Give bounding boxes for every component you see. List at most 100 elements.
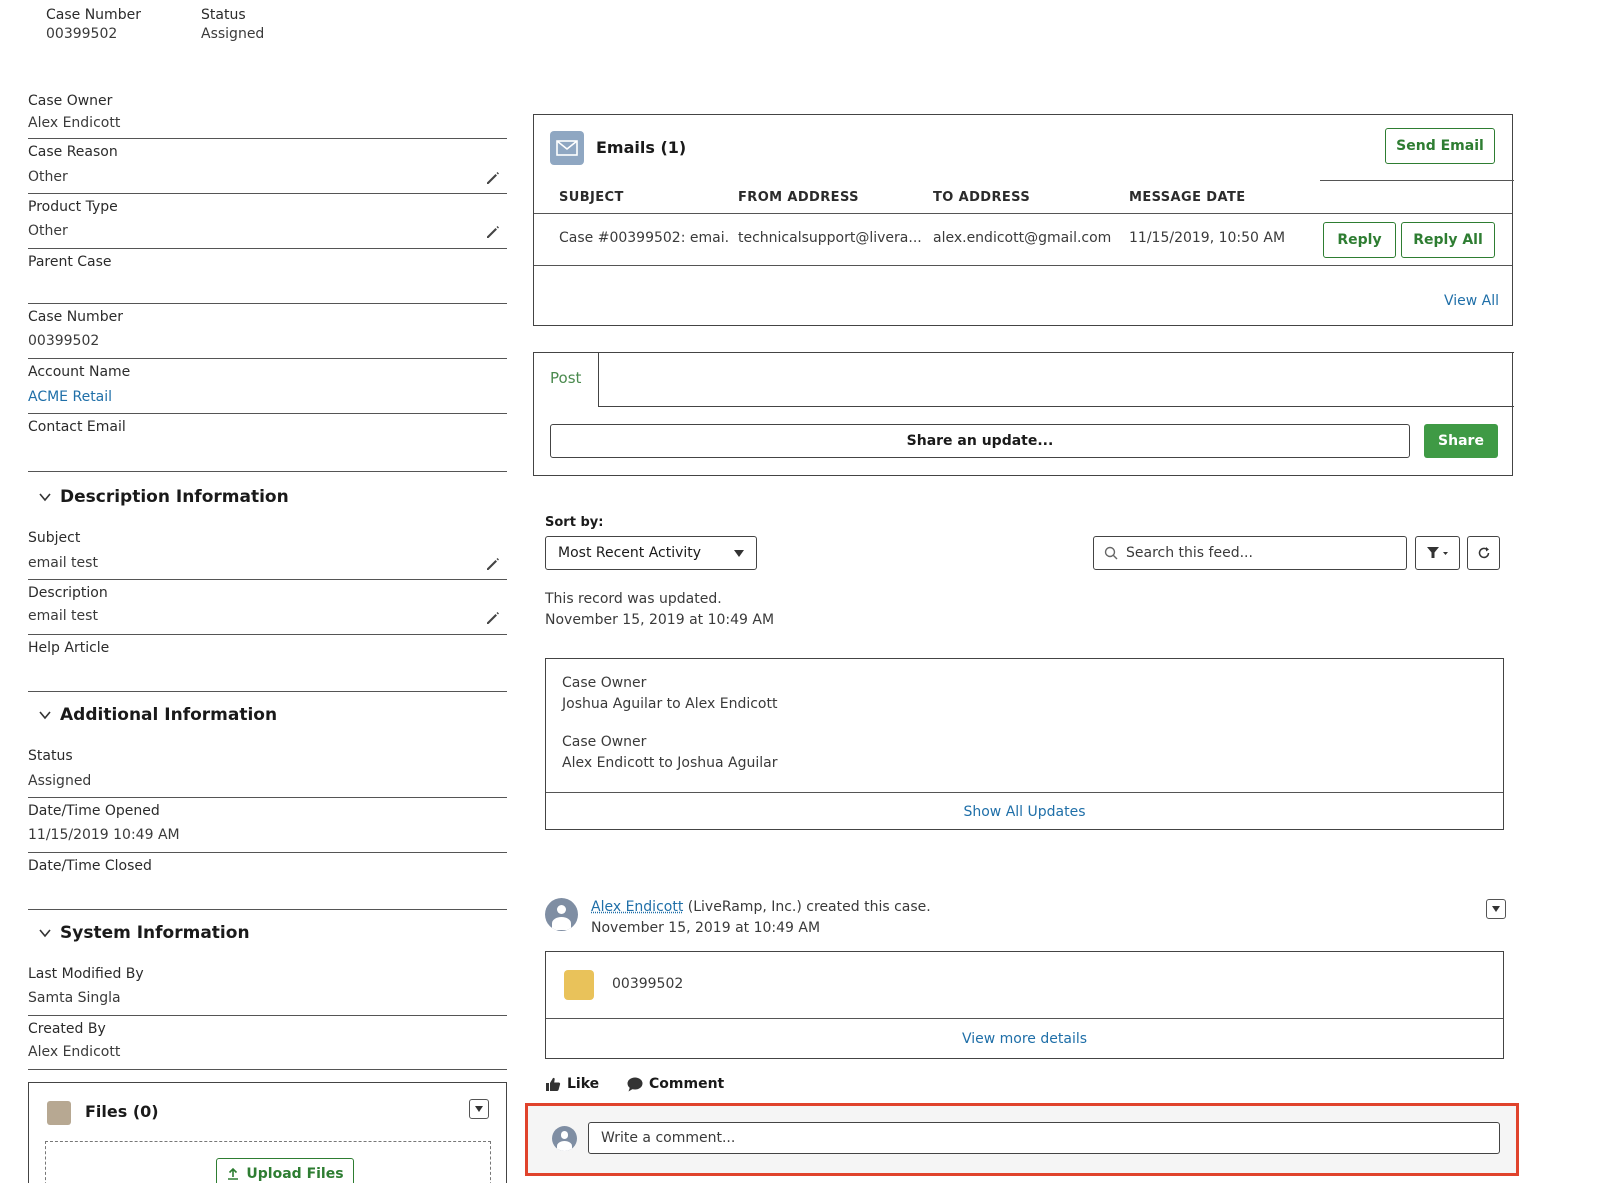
field-case-number: Case Number 00399502 bbox=[28, 306, 507, 359]
post-text: (LiveRamp, Inc.) created this case. bbox=[683, 899, 931, 915]
comment-composer-highlight: Write a comment... bbox=[525, 1103, 1519, 1176]
field-label: Description bbox=[28, 585, 108, 601]
field-label: Status bbox=[28, 748, 73, 764]
caret-down-icon bbox=[475, 1106, 483, 1112]
account-name-link[interactable]: ACME Retail bbox=[28, 389, 112, 405]
email-subject-link[interactable]: Case #00399502: emai... bbox=[559, 230, 729, 246]
field-description: Description email test bbox=[28, 582, 507, 635]
upload-files-button[interactable]: Upload Files bbox=[216, 1158, 354, 1183]
field-subject: Subject email test bbox=[28, 527, 507, 580]
case-ref[interactable]: 00399502 bbox=[612, 976, 683, 992]
email-icon bbox=[550, 131, 584, 165]
avatar[interactable] bbox=[545, 898, 578, 931]
pencil-icon[interactable] bbox=[485, 556, 501, 572]
comment-button[interactable]: Comment bbox=[627, 1076, 724, 1092]
field-value: 00399502 bbox=[28, 333, 100, 349]
view-all-link[interactable]: View All bbox=[1444, 293, 1499, 309]
section-title: Description Information bbox=[60, 487, 289, 507]
section-description-header[interactable]: Description Information bbox=[38, 487, 289, 507]
section-title: System Information bbox=[60, 923, 250, 943]
show-all-updates-link[interactable]: Show All Updates bbox=[963, 804, 1085, 820]
files-icon bbox=[47, 1101, 71, 1125]
field-label: Parent Case bbox=[28, 254, 112, 270]
record-updated-text: This record was updated. bbox=[545, 591, 722, 607]
column-header-subject[interactable]: SUBJECT bbox=[559, 190, 624, 205]
field-value: Alex Endicott bbox=[28, 1044, 121, 1060]
case-record-card: 00399502 View more details bbox=[545, 951, 1504, 1059]
case-icon bbox=[564, 970, 594, 1000]
like-button[interactable]: Like bbox=[546, 1076, 599, 1092]
header-case-number-label: Case Number bbox=[46, 7, 141, 23]
like-label: Like bbox=[567, 1076, 600, 1092]
field-label: Contact Email bbox=[28, 419, 126, 435]
search-icon bbox=[1104, 546, 1118, 560]
field-parent-case: Parent Case bbox=[28, 251, 507, 304]
section-additional-header[interactable]: Additional Information bbox=[38, 705, 277, 725]
section-title: Additional Information bbox=[60, 705, 278, 725]
post-author-link[interactable]: Alex Endicott bbox=[591, 899, 683, 915]
header-status-label: Status bbox=[201, 7, 246, 23]
field-label: Help Article bbox=[28, 640, 110, 656]
sort-select[interactable]: Most Recent Activity bbox=[545, 536, 757, 570]
refresh-button[interactable] bbox=[1467, 536, 1500, 570]
feed-search-input[interactable]: Search this feed... bbox=[1093, 536, 1407, 570]
reply-button[interactable]: Reply bbox=[1323, 222, 1396, 258]
field-value: Samta Singla bbox=[28, 990, 121, 1006]
email-date: 11/15/2019, 10:50 AM bbox=[1129, 230, 1286, 246]
files-title: Files (0) bbox=[85, 1102, 159, 1121]
field-created-by: Created By Alex Endicott bbox=[28, 1018, 507, 1070]
chevron-down-icon bbox=[39, 493, 51, 502]
publisher-card: Post Share an update... Share bbox=[533, 352, 1514, 476]
filter-icon bbox=[1426, 547, 1448, 558]
filter-button[interactable] bbox=[1415, 536, 1460, 570]
section-system-header[interactable]: System Information bbox=[38, 923, 250, 943]
reply-all-button[interactable]: Reply All bbox=[1401, 222, 1495, 258]
field-label: Created By bbox=[28, 1021, 106, 1037]
pencil-icon[interactable] bbox=[485, 170, 501, 186]
upload-files-label: Upload Files bbox=[246, 1166, 344, 1182]
header-status-value: Assigned bbox=[201, 26, 265, 42]
updates-footer: Show All Updates bbox=[546, 792, 1503, 830]
emails-title: Emails (1) bbox=[596, 138, 687, 157]
field-contact-email: Contact Email bbox=[28, 416, 507, 472]
chevron-down-icon bbox=[39, 929, 51, 938]
pencil-icon[interactable] bbox=[485, 224, 501, 240]
column-header-to[interactable]: TO ADDRESS bbox=[933, 190, 1030, 205]
caret-down-icon bbox=[1492, 906, 1500, 912]
field-account-name: Account Name ACME Retail bbox=[28, 361, 507, 414]
column-header-from[interactable]: FROM ADDRESS bbox=[738, 190, 859, 205]
send-email-button[interactable]: Send Email bbox=[1385, 128, 1495, 164]
view-more-details-link[interactable]: View more details bbox=[962, 1031, 1087, 1047]
write-comment-input[interactable]: Write a comment... bbox=[588, 1122, 1500, 1154]
field-label: Date/Time Opened bbox=[28, 803, 160, 819]
comment-label: Comment bbox=[649, 1076, 725, 1092]
upload-icon bbox=[228, 1167, 239, 1180]
post-text-area[interactable] bbox=[598, 352, 1514, 407]
field-date-closed: Date/Time Closed bbox=[28, 855, 507, 910]
refresh-icon bbox=[1478, 547, 1489, 559]
file-drop-zone[interactable]: Upload Files bbox=[45, 1141, 491, 1183]
post-tab[interactable]: Post bbox=[550, 369, 581, 387]
header-status: Status Assigned bbox=[201, 6, 264, 44]
field-label: Subject bbox=[28, 530, 81, 546]
email-from: technicalsupport@livera... bbox=[738, 230, 922, 246]
post-date[interactable]: November 15, 2019 at 10:49 AM bbox=[591, 920, 820, 936]
field-case-reason: Case Reason Other bbox=[28, 141, 507, 194]
files-menu-button[interactable] bbox=[469, 1099, 489, 1119]
files-card: Files (0) Upload Files bbox=[28, 1082, 507, 1183]
field-last-modified-by: Last Modified By Samta Singla bbox=[28, 963, 507, 1016]
caret-down-icon bbox=[734, 550, 744, 557]
post-menu-button[interactable] bbox=[1486, 899, 1506, 919]
field-label: Case Reason bbox=[28, 144, 118, 160]
field-help-article: Help Article bbox=[28, 637, 507, 692]
field-product-type: Product Type Other bbox=[28, 196, 507, 249]
share-update-input[interactable]: Share an update... bbox=[550, 424, 1410, 458]
field-value: Assigned bbox=[28, 773, 92, 789]
pencil-icon[interactable] bbox=[485, 610, 501, 626]
thumbs-up-icon bbox=[546, 1077, 561, 1091]
comment-placeholder: Write a comment... bbox=[601, 1130, 736, 1146]
field-label: Product Type bbox=[28, 199, 118, 215]
field-value: email test bbox=[28, 608, 98, 624]
column-header-date[interactable]: MESSAGE DATE bbox=[1129, 190, 1246, 205]
share-button[interactable]: Share bbox=[1424, 424, 1498, 458]
